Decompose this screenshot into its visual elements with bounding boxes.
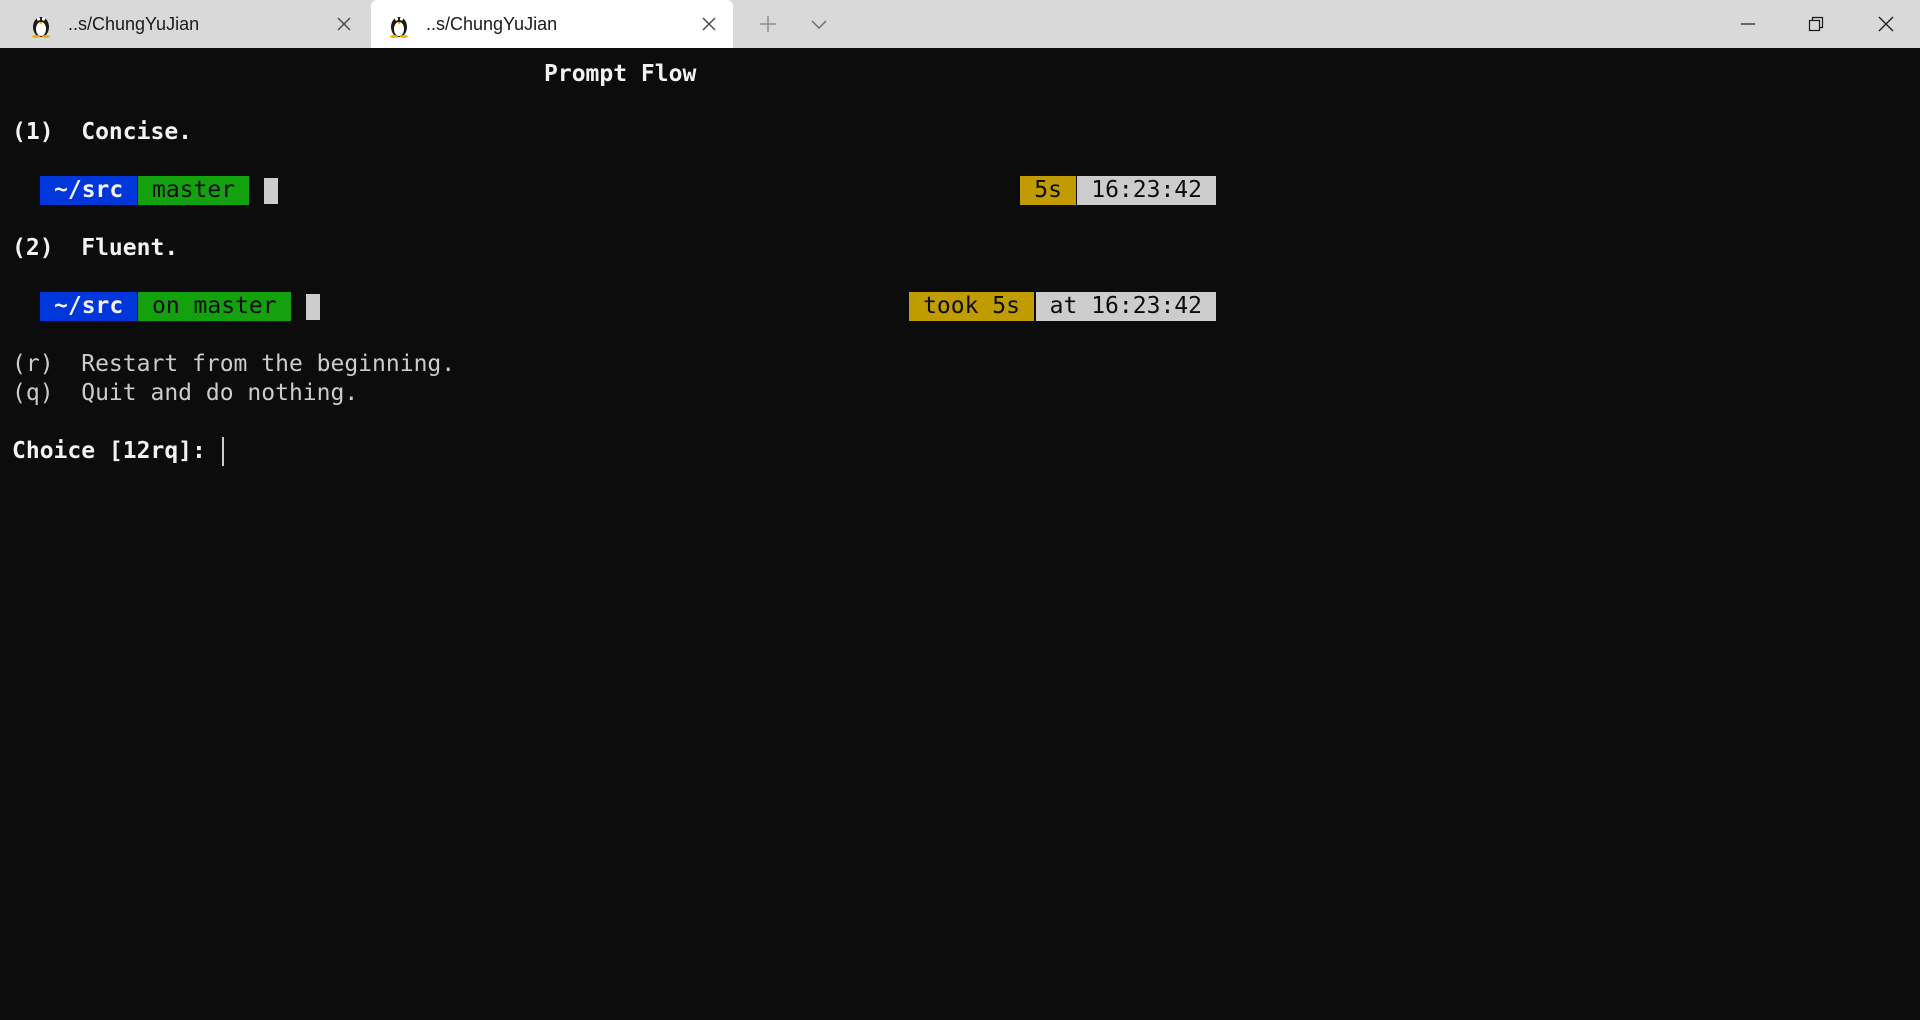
minimize-icon	[1741, 23, 1755, 25]
option-concise: (1) Concise.	[12, 119, 193, 145]
tux-icon	[390, 17, 408, 38]
tab-label: ..s/ChungYuJian	[426, 14, 558, 34]
minimize-button[interactable]	[1714, 0, 1782, 48]
option-fluent: (2) Fluent.	[12, 235, 179, 261]
prompt-title: Prompt Flow	[544, 61, 697, 87]
cursor-block	[306, 294, 320, 320]
duration-segment: took 5s	[909, 292, 1034, 321]
plus-icon	[760, 16, 776, 32]
tux-icon	[32, 17, 50, 38]
close-window-button[interactable]	[1852, 0, 1920, 48]
tab-inactive[interactable]: ..s/ChungYuJian	[0, 0, 368, 48]
new-tab-button[interactable]	[744, 0, 792, 48]
tab-dropdown-button[interactable]	[795, 0, 843, 48]
cursor-block	[264, 178, 278, 204]
path-segment: ~/src	[40, 292, 138, 321]
text-caret[interactable]	[222, 437, 224, 466]
path-segment: ~/src	[40, 176, 138, 205]
chevron-down-icon	[811, 20, 827, 29]
terminal-pane[interactable]: Prompt Flow (1) Concise. ~/src master 5s…	[0, 48, 1920, 1020]
choice-prompt: Choice [12rq]:	[12, 438, 220, 464]
close-icon	[1878, 16, 1894, 32]
branch-segment: on master	[138, 292, 291, 321]
duration-segment: 5s	[1020, 176, 1076, 205]
branch-segment: master	[138, 176, 250, 205]
restore-icon	[1808, 16, 1824, 32]
title-bar: ..s/ChungYuJian ..s/ChungYuJian	[0, 0, 1920, 48]
close-icon[interactable]	[334, 14, 354, 34]
concise-prompt-preview: ~/src master 5s 16:23:42	[40, 176, 1216, 205]
time-segment: 16:23:42	[1077, 176, 1216, 205]
fluent-prompt-preview: ~/src on master took 5s at 16:23:42	[40, 292, 1216, 321]
tab-active[interactable]: ..s/ChungYuJian	[371, 0, 733, 48]
restore-button[interactable]	[1782, 0, 1850, 48]
time-segment: at 16:23:42	[1035, 292, 1216, 321]
option-quit: (q) Quit and do nothing.	[12, 380, 359, 406]
close-icon[interactable]	[699, 14, 719, 34]
tab-label: ..s/ChungYuJian	[68, 14, 200, 34]
option-restart: (r) Restart from the beginning.	[12, 351, 456, 377]
